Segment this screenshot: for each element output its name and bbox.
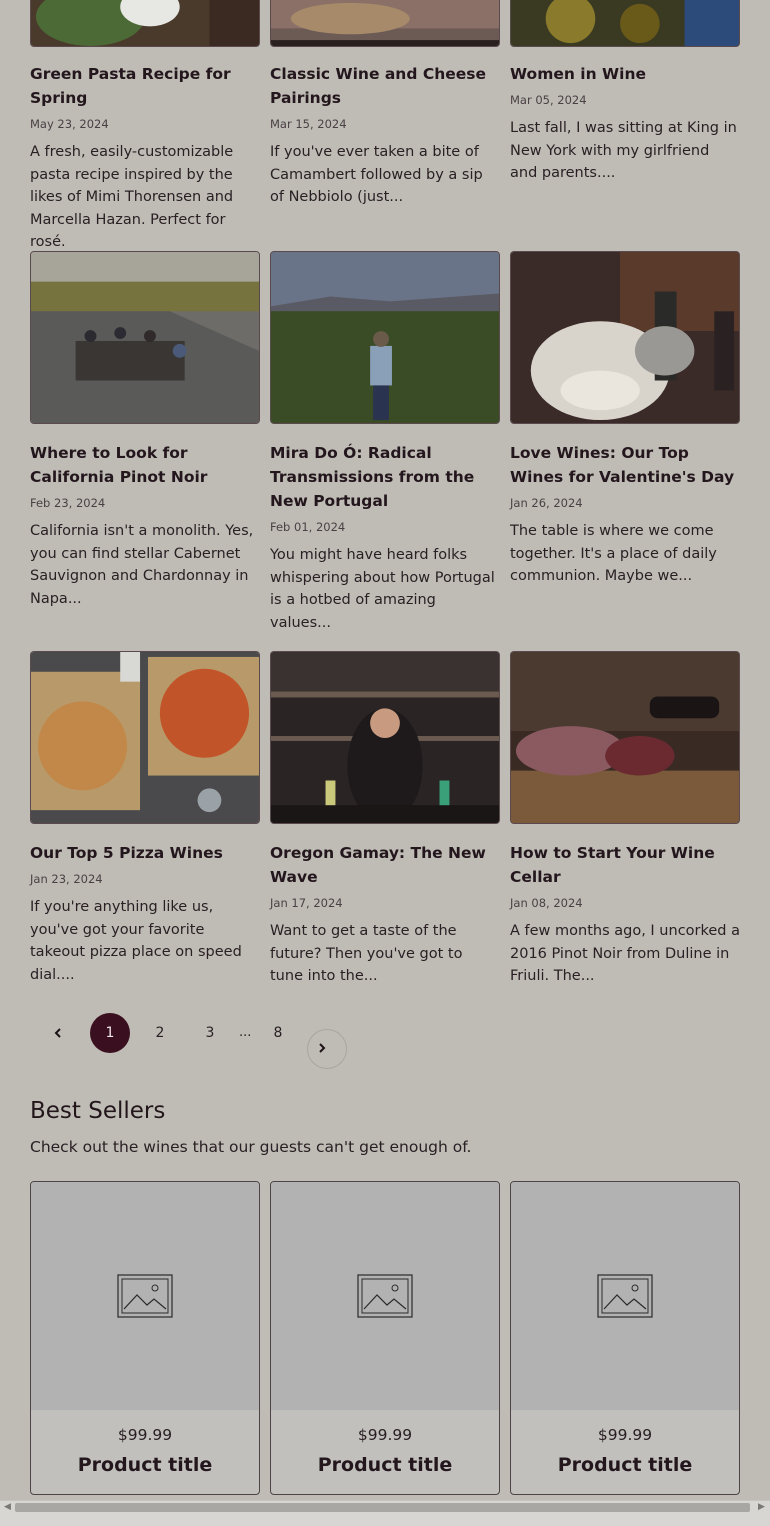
article-excerpt: The table is where we come together. It'…	[510, 523, 717, 584]
article-image[interactable]	[30, 0, 260, 47]
article-title[interactable]: Our Top 5 Pizza Wines	[30, 841, 260, 865]
article-date: May 23, 2024	[30, 117, 109, 131]
article-image[interactable]	[30, 651, 260, 824]
article-image[interactable]	[270, 0, 500, 47]
article-card[interactable]: Oregon Gamay: The New Wave Jan 17, 2024 …	[270, 651, 500, 988]
article-card[interactable]: Women in Wine Mar 05, 2024 Last fall, I …	[510, 0, 740, 254]
article-excerpt: A few months ago, I uncorked a 2016 Pino…	[510, 923, 740, 984]
article-excerpt: If you've ever taken a bite of Camambert…	[270, 144, 483, 205]
product-card[interactable]: $99.99 Product title	[30, 1181, 260, 1495]
article-date: Jan 23, 2024	[30, 872, 103, 886]
product-card[interactable]: $99.99 Product title	[270, 1181, 500, 1495]
article-image[interactable]	[30, 251, 260, 424]
article-date: Mar 15, 2024	[270, 117, 347, 131]
article-row: Our Top 5 Pizza Wines Jan 23, 2024 If yo…	[30, 651, 740, 988]
pagination-ellipsis: ...	[239, 1025, 252, 1040]
article-card[interactable]: Green Pasta Recipe for Spring May 23, 20…	[30, 0, 260, 254]
best-sellers-title: Best Sellers	[30, 1098, 166, 1124]
product-title[interactable]: Product title	[511, 1454, 739, 1476]
article-excerpt: Want to get a taste of the future? Then …	[270, 923, 463, 984]
page-button-3[interactable]: 3	[190, 1013, 230, 1053]
article-title[interactable]: Where to Look for California Pinot Noir	[30, 441, 260, 489]
article-title[interactable]: How to Start Your Wine Cellar	[510, 841, 740, 889]
article-excerpt: A fresh, easily-customizable pasta recip…	[30, 144, 234, 250]
article-title[interactable]: Green Pasta Recipe for Spring	[30, 62, 260, 110]
article-date: Feb 23, 2024	[30, 496, 106, 510]
image-placeholder-icon[interactable]	[271, 1182, 499, 1410]
article-row: Where to Look for California Pinot Noir …	[30, 251, 740, 634]
article-card[interactable]: Mira Do Ó: Radical Transmissions from th…	[270, 251, 500, 634]
article-title[interactable]: Oregon Gamay: The New Wave	[270, 841, 500, 889]
article-date: Jan 08, 2024	[510, 896, 583, 910]
bottom-strip	[0, 1514, 770, 1526]
page: Green Pasta Recipe for Spring May 23, 20…	[0, 0, 770, 1526]
article-image[interactable]	[270, 651, 500, 824]
article-excerpt: If you're anything like us, you've got y…	[30, 899, 242, 983]
product-card[interactable]: $99.99 Product title	[510, 1181, 740, 1495]
article-card[interactable]: Love Wines: Our Top Wines for Valentine'…	[510, 251, 740, 634]
article-image[interactable]	[510, 0, 740, 47]
chevron-right-icon[interactable]	[307, 1029, 347, 1069]
article-card[interactable]: How to Start Your Wine Cellar Jan 08, 20…	[510, 651, 740, 988]
article-date: Jan 17, 2024	[270, 896, 343, 910]
article-title[interactable]: Classic Wine and Cheese Pairings	[270, 62, 500, 110]
product-price: $99.99	[117, 1426, 173, 1444]
page-button-2[interactable]: 2	[140, 1013, 180, 1053]
article-date: Jan 26, 2024	[510, 496, 583, 510]
best-sellers-subtitle: Check out the wines that our guests can'…	[30, 1138, 472, 1156]
article-card[interactable]: Classic Wine and Cheese Pairings Mar 15,…	[270, 0, 500, 254]
article-date: Feb 01, 2024	[270, 520, 346, 534]
scrollbar-thumb[interactable]	[15, 1503, 750, 1512]
article-excerpt: Last fall, I was sitting at King in New …	[510, 120, 737, 181]
scroll-right-arrow-icon[interactable]: ▶	[758, 1502, 765, 1512]
article-date: Mar 05, 2024	[510, 93, 587, 107]
pagination: 1 2 3 ... 8	[30, 1013, 430, 1069]
article-excerpt: You might have heard folks whispering ab…	[270, 547, 495, 631]
article-image[interactable]	[270, 251, 500, 424]
article-excerpt: California isn't a monolith. Yes, you ca…	[30, 523, 254, 607]
product-title[interactable]: Product title	[31, 1454, 259, 1476]
page-button-8[interactable]: 8	[258, 1013, 298, 1053]
product-price: $99.99	[597, 1426, 653, 1444]
page-button-1[interactable]: 1	[90, 1013, 130, 1053]
product-row: $99.99 Product title $99.99 Product titl…	[30, 1181, 740, 1495]
article-title[interactable]: Women in Wine	[510, 62, 740, 86]
article-row: Green Pasta Recipe for Spring May 23, 20…	[30, 0, 740, 254]
image-placeholder-icon[interactable]	[31, 1182, 259, 1410]
product-price: $99.99	[357, 1426, 413, 1444]
article-image[interactable]	[510, 651, 740, 824]
scroll-left-arrow-icon[interactable]: ◀	[4, 1502, 11, 1512]
article-card[interactable]: Our Top 5 Pizza Wines Jan 23, 2024 If yo…	[30, 651, 260, 988]
article-card[interactable]: Where to Look for California Pinot Noir …	[30, 251, 260, 634]
horizontal-scrollbar[interactable]: ◀ ▶	[0, 1500, 770, 1514]
image-placeholder-icon[interactable]	[511, 1182, 739, 1410]
article-image[interactable]	[510, 251, 740, 424]
chevron-left-icon[interactable]	[38, 1013, 78, 1053]
article-title[interactable]: Love Wines: Our Top Wines for Valentine'…	[510, 441, 740, 489]
product-title[interactable]: Product title	[271, 1454, 499, 1476]
article-title[interactable]: Mira Do Ó: Radical Transmissions from th…	[270, 441, 500, 513]
